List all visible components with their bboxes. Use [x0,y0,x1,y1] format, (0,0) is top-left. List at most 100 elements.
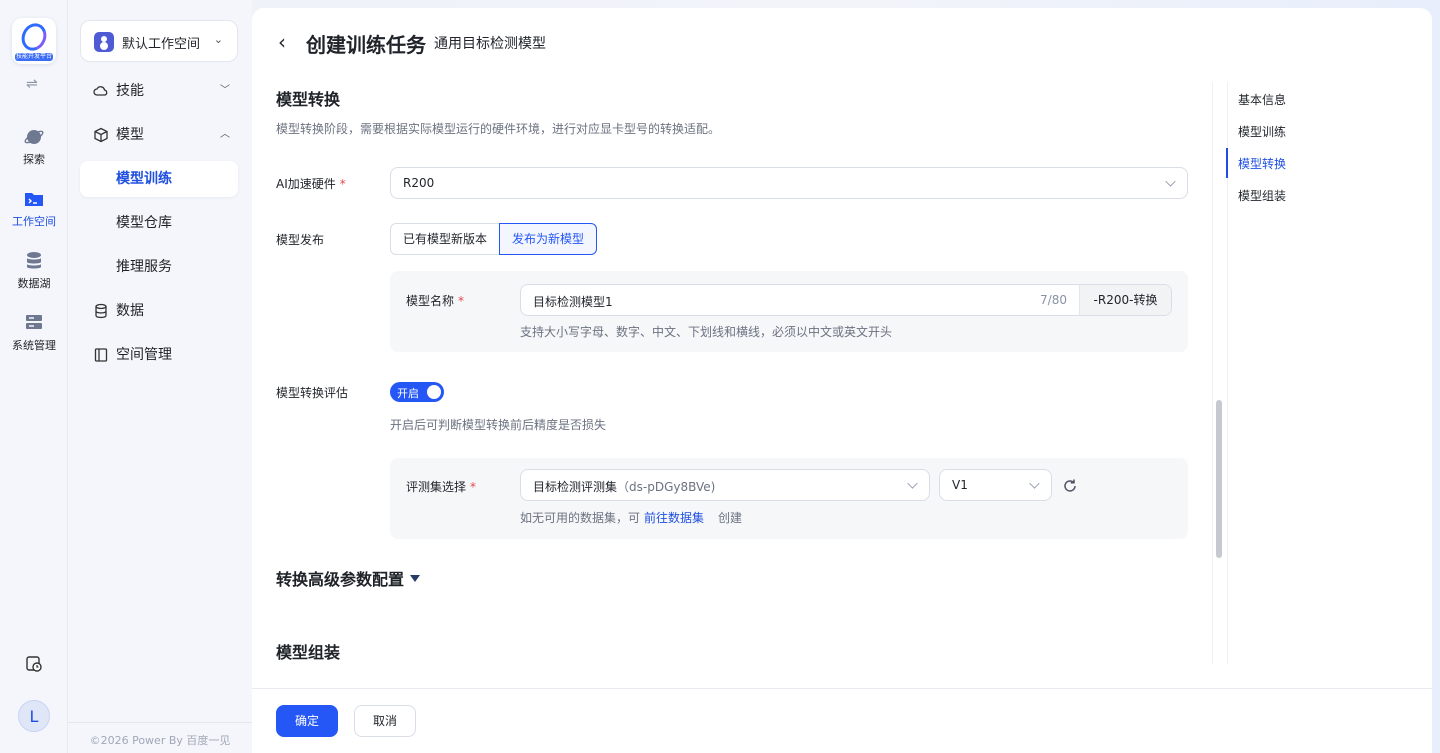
rail-item-datalake[interactable]: 数据湖 [0,250,68,291]
cloud-icon [93,86,108,96]
page-subtitle: 通用目标检测模型 [434,36,546,52]
rail-label: 数据湖 [17,277,51,290]
char-count: 7/80 [1040,293,1067,307]
caret-down-icon [410,575,421,582]
advanced-config-toggle[interactable]: 转换高级参数配置 [276,566,421,590]
toggle-knob [427,385,441,399]
anchor-model-conversion[interactable]: 模型转换 [1238,155,1286,172]
evalset-value: 目标检测评测集（ds-pDGy8BVe) [533,478,715,495]
calendar-clock-icon[interactable] [24,654,44,674]
model-name-label-text: 模型名称 [406,294,455,308]
goto-dataset-link[interactable]: 前往数据集 [644,511,704,525]
evalset-select[interactable]: 目标检测评测集（ds-pDGy8BVe) [520,469,930,501]
cancel-button[interactable]: 取消 [354,705,417,737]
advanced-label: 转换高级参数配置 [276,570,405,589]
nav-item-data[interactable]: 数据 [80,293,238,329]
anchor-active-indicator [1226,148,1228,178]
book-icon [94,348,108,362]
evalset-hint-text: 如无可用的数据集，可 [520,511,641,525]
publish-label: 模型发布 [276,233,325,247]
next-section-title: 模型组装 [276,643,341,662]
rail-item-sysadmin[interactable]: 系统管理 [0,312,68,353]
nav-item-skills[interactable]: 技能 ﹀ [80,73,238,109]
anchor-model-training[interactable]: 模型训练 [1238,123,1286,140]
hw-select[interactable]: R200 [390,167,1188,199]
terminal-folder-icon [25,193,43,206]
anchor-basic-info[interactable]: 基本信息 [1238,91,1286,108]
rail-item-workspace[interactable]: 工作空间 [0,188,68,229]
evalset-panel: 评测集选择 * 目标检测评测集（ds-pDGy8BVe) V1 如无可用的数据集，… [390,458,1188,539]
nav-item-inference[interactable]: 推理服务 [80,249,238,285]
section-title: 模型转换 [276,90,341,109]
required-mark: * [458,294,465,308]
scrollbar-thumb[interactable] [1216,400,1222,558]
eval-toggle[interactable]: 开启 [390,382,444,402]
database-icon [95,303,107,319]
chevron-up-icon: ︿ [220,129,230,140]
scroll-track [1212,82,1213,664]
copyright: ©2026 Power By 百度一见 [68,722,252,748]
model-name-input[interactable]: 目标检测模型1 7/80 -R200-转换 [520,284,1172,316]
evalset-id: （ds-pDGy8BVe) [617,480,716,494]
server-icon [26,315,42,329]
confirm-button[interactable]: 确定 [276,705,339,737]
nav-item-space-mgmt[interactable]: 空间管理 [80,337,238,373]
cube-icon [94,127,108,143]
workspace-name: 默认工作空间 [122,37,201,52]
model-name-hint: 支持大小写字母、数字、中文、下划线和横线，必须以中文或英文开头 [520,325,893,339]
nav-label: 技能 [116,83,144,99]
evalset-name: 目标检测评测集 [533,480,618,494]
evalset-hint: 如无可用的数据集，可 前往数据集 创建 [520,509,742,526]
user-avatar[interactable]: L [18,700,50,732]
nav-label: 空间管理 [116,347,172,363]
nav-item-model-repo[interactable]: 模型仓库 [80,205,238,241]
evalset-label-text: 评测集选择 [406,480,467,494]
required-mark: * [470,480,477,494]
icon-rail: 技能开发平台 ⇌ 探索 工作空间 数据湖 系统管理 L [0,0,68,753]
footer-bar: 确定 取消 [252,688,1432,753]
hw-value: R200 [403,176,435,190]
nav-sidebar: 默认工作空间 ⌄ 技能 ﹀ 模型 ︿ 模型训练 模型仓库 推理服务 数据 空间管… [68,0,252,753]
chevron-down-icon [1029,478,1040,489]
logo-caption: 技能开发平台 [15,53,53,61]
publish-segmented: 已有模型新版本 发布为新模型 [390,223,598,255]
app-logo[interactable]: 技能开发平台 [12,18,56,64]
rail-label: 系统管理 [12,339,56,352]
chevron-down-icon: ﹀ [220,85,230,96]
eval-desc: 开启后可判断模型转换前后精度是否损失 [390,418,607,432]
workspace-selector[interactable]: 默认工作空间 ⌄ [80,20,238,62]
back-arrow-icon[interactable]: ‹ [278,30,286,54]
workspace-avatar-icon [94,32,114,52]
hw-label: AI加速硬件 * [276,175,346,192]
chevron-down-icon [907,478,918,489]
publish-option-existing[interactable]: 已有模型新版本 [390,223,500,255]
rail-label: 工作空间 [12,215,56,228]
eval-label: 模型转换评估 [276,386,349,400]
anchor-model-assembly[interactable]: 模型组装 [1238,187,1286,204]
rail-item-explore[interactable]: 探索 [0,126,68,167]
planet-icon [24,130,44,144]
nav-label: 模型 [116,127,144,143]
version-value: V1 [952,478,968,492]
model-name-suffix: -R200-转换 [1079,285,1171,315]
chevron-down-icon [1165,176,1176,187]
rail-label: 探索 [23,153,45,166]
model-name-label: 模型名称 * [406,292,464,309]
database-icon [27,252,41,269]
section-desc: 模型转换阶段，需要根据实际模型运行的硬件环境，进行对应显卡型号的转换适配。 [276,122,721,136]
nav-item-model[interactable]: 模型 ︿ [80,117,238,153]
model-name-panel: 模型名称 * 目标检测模型1 7/80 -R200-转换 支持大小写字母、数字、中… [390,271,1188,352]
create-text: 创建 [718,511,743,525]
toggle-label: 开启 [397,387,419,400]
switch-icon[interactable]: ⇌ [26,76,38,92]
page-title: 创建训练任务 [306,33,426,57]
hw-label-text: AI加速硬件 [276,177,336,191]
evalset-label: 评测集选择 * [406,478,476,495]
model-name-value: 目标检测模型1 [533,295,613,309]
version-select[interactable]: V1 [939,469,1052,501]
nav-label: 数据 [116,303,144,319]
refresh-icon[interactable] [1061,477,1079,495]
publish-option-new[interactable]: 发布为新模型 [499,223,598,255]
nav-item-model-training[interactable]: 模型训练 [80,161,238,197]
logo-ring-icon [17,19,51,55]
